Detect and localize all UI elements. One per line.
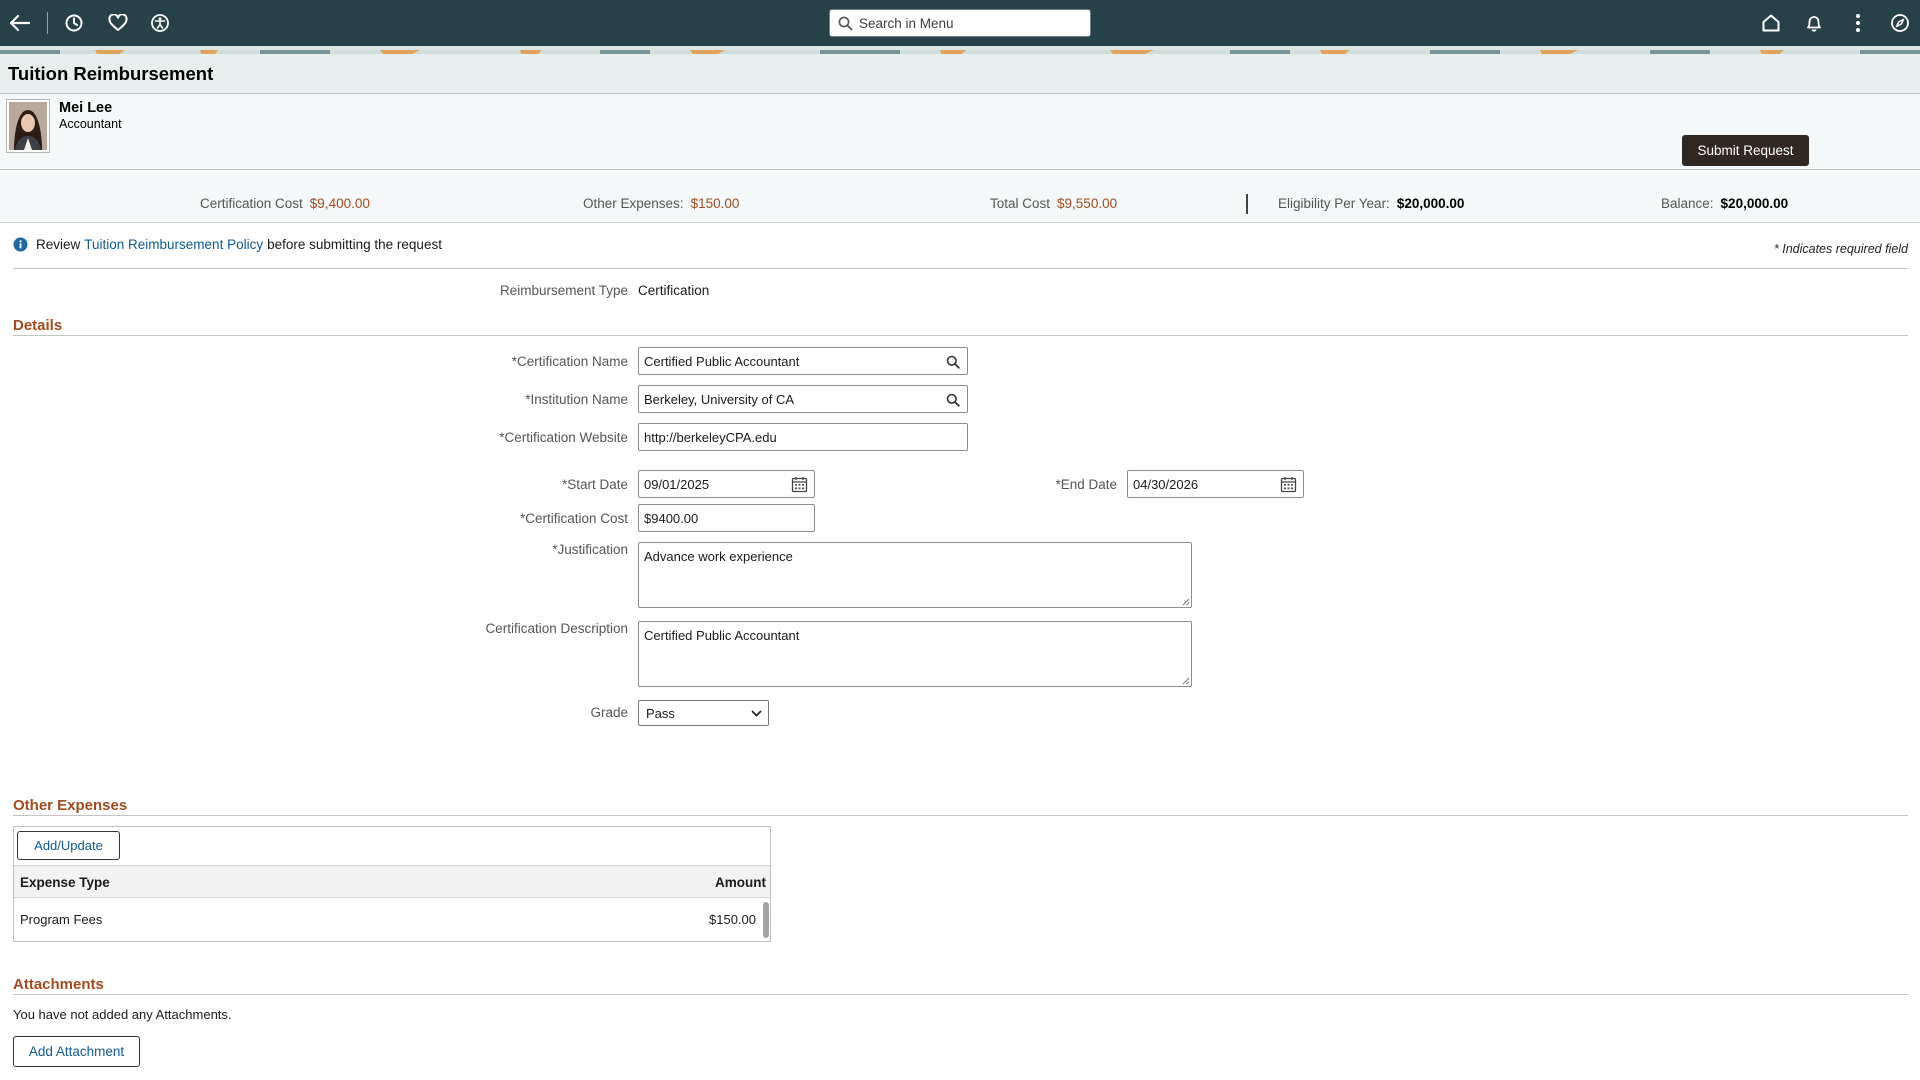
grade-select[interactable]: Pass	[638, 700, 769, 726]
grid-scrollbar[interactable]	[763, 902, 769, 938]
accessibility-icon[interactable]	[148, 11, 172, 35]
certification-name-field[interactable]: Certified Public Accountant	[638, 347, 968, 375]
expense-type-header: Expense Type	[20, 875, 110, 890]
policy-info: Review Tuition Reimbursement Policy befo…	[13, 237, 442, 252]
search-icon	[838, 16, 853, 30]
top-navigation-bar: Search in Menu	[0, 0, 1920, 46]
summary-label: Other Expenses:	[583, 196, 684, 211]
field-value: Certified Public Accountant	[644, 628, 800, 643]
attachments-section-title: Attachments	[13, 976, 104, 993]
heart-icon[interactable]	[106, 11, 130, 35]
certification-cost-label: *Certification Cost	[519, 511, 628, 526]
decorative-banner	[0, 46, 1920, 54]
summary-other-expenses: Other Expenses: $150.00	[583, 196, 739, 211]
employee-role: Accountant	[59, 117, 122, 131]
table-row: Program Fees $150.00	[14, 899, 770, 941]
summary-label: Balance:	[1661, 196, 1714, 211]
divider	[13, 994, 1908, 995]
field-value: Certified Public Accountant	[644, 353, 800, 369]
field-value: Advance work experience	[644, 549, 793, 564]
bell-icon[interactable]	[1802, 11, 1826, 35]
compass-icon[interactable]	[1888, 11, 1912, 35]
other-expenses-grid: Add/Update Expense Type Amount Program F…	[13, 826, 771, 942]
attachments-empty-text: You have not added any Attachments.	[13, 1007, 232, 1022]
field-value: http://berkeleyCPA.edu	[644, 429, 777, 445]
field-value: 09/01/2025	[644, 476, 710, 492]
certification-website-label: *Certification Website	[499, 430, 628, 445]
field-value: 04/30/2026	[1133, 476, 1199, 492]
calendar-icon[interactable]	[791, 476, 808, 493]
back-arrow-icon[interactable]	[8, 11, 32, 35]
institution-name-label: *Institution Name	[525, 392, 628, 407]
avatar	[6, 99, 50, 153]
other-expenses-section-title: Other Expenses	[13, 797, 128, 814]
select-value: Pass	[646, 705, 675, 721]
page-title-band: Tuition Reimbursement	[0, 54, 1920, 94]
field-value: Berkeley, University of CA	[644, 391, 795, 407]
summary-eligibility: Eligibility Per Year: $20,000.00	[1278, 196, 1464, 211]
history-icon[interactable]	[62, 11, 86, 35]
end-date-label: *End Date	[1055, 477, 1117, 492]
reimbursement-type-label: Reimbursement Type	[499, 283, 628, 298]
more-vertical-icon[interactable]	[1846, 11, 1870, 35]
page-title: Tuition Reimbursement	[8, 63, 214, 84]
cost-summary: Certification Cost $9,400.00 Other Expens…	[0, 171, 1920, 223]
add-update-button[interactable]: Add/Update	[17, 831, 120, 860]
divider	[13, 815, 1908, 816]
summary-value: $20,000.00	[1720, 196, 1789, 211]
summary-divider	[1246, 194, 1248, 214]
start-date-label: *Start Date	[561, 477, 628, 492]
employee-name: Mei Lee	[59, 100, 113, 116]
grade-label: Grade	[590, 705, 628, 720]
summary-value: $9,400.00	[309, 196, 370, 211]
lookup-search-icon[interactable]	[944, 391, 961, 408]
divider	[13, 335, 1908, 336]
expense-type-cell: Program Fees	[20, 912, 103, 927]
certification-website-field[interactable]: http://berkeleyCPA.edu	[638, 423, 968, 451]
certification-cost-field[interactable]: $9400.00	[638, 504, 815, 532]
resize-handle-icon[interactable]	[1181, 597, 1190, 606]
topbar-divider	[47, 12, 48, 34]
resize-handle-icon[interactable]	[1181, 676, 1190, 685]
calendar-icon[interactable]	[1280, 476, 1297, 493]
chevron-down-icon	[751, 710, 762, 717]
summary-value: $150.00	[690, 196, 740, 211]
summary-balance: Balance: $20,000.00	[1661, 196, 1788, 211]
search-placeholder: Search in Menu	[859, 15, 954, 31]
info-prefix: Review	[36, 237, 81, 252]
end-date-field[interactable]: 04/30/2026	[1127, 470, 1304, 498]
summary-total-cost: Total Cost $9,550.00	[990, 196, 1117, 211]
home-icon[interactable]	[1759, 11, 1783, 35]
institution-name-field[interactable]: Berkeley, University of CA	[638, 385, 968, 413]
required-field-note: * Indicates required field	[1773, 242, 1908, 256]
certification-description-label: Certification Description	[485, 621, 628, 636]
summary-value: $9,550.00	[1057, 196, 1118, 211]
info-icon	[13, 237, 28, 252]
details-section-title: Details	[13, 317, 63, 334]
policy-link[interactable]: Tuition Reimbursement Policy	[84, 237, 263, 252]
grid-header: Expense Type Amount	[14, 865, 770, 898]
start-date-field[interactable]: 09/01/2025	[638, 470, 815, 498]
field-value: $9400.00	[644, 510, 699, 526]
certification-name-label: *Certification Name	[511, 354, 628, 369]
summary-label: Certification Cost	[200, 196, 303, 211]
amount-cell: $150.00	[709, 912, 756, 927]
summary-certification-cost: Certification Cost $9,400.00	[200, 196, 370, 211]
employee-header: Mei Lee Accountant Submit Request	[0, 94, 1920, 170]
reimbursement-type-value: Certification	[638, 283, 710, 298]
search-input[interactable]: Search in Menu	[829, 9, 1091, 37]
summary-label: Eligibility Per Year:	[1278, 196, 1390, 211]
justification-textarea[interactable]: Advance work experience	[638, 542, 1192, 608]
submit-request-button[interactable]: Submit Request	[1682, 135, 1809, 166]
add-attachment-button[interactable]: Add Attachment	[13, 1036, 140, 1067]
info-suffix: before submitting the request	[267, 237, 442, 252]
summary-label: Total Cost	[990, 196, 1051, 211]
divider	[13, 268, 1908, 269]
lookup-search-icon[interactable]	[944, 353, 961, 370]
justification-label: *Justification	[552, 542, 628, 557]
certification-description-textarea[interactable]: Certified Public Accountant	[638, 621, 1192, 687]
summary-value: $20,000.00	[1396, 196, 1465, 211]
amount-header: Amount	[715, 875, 766, 890]
